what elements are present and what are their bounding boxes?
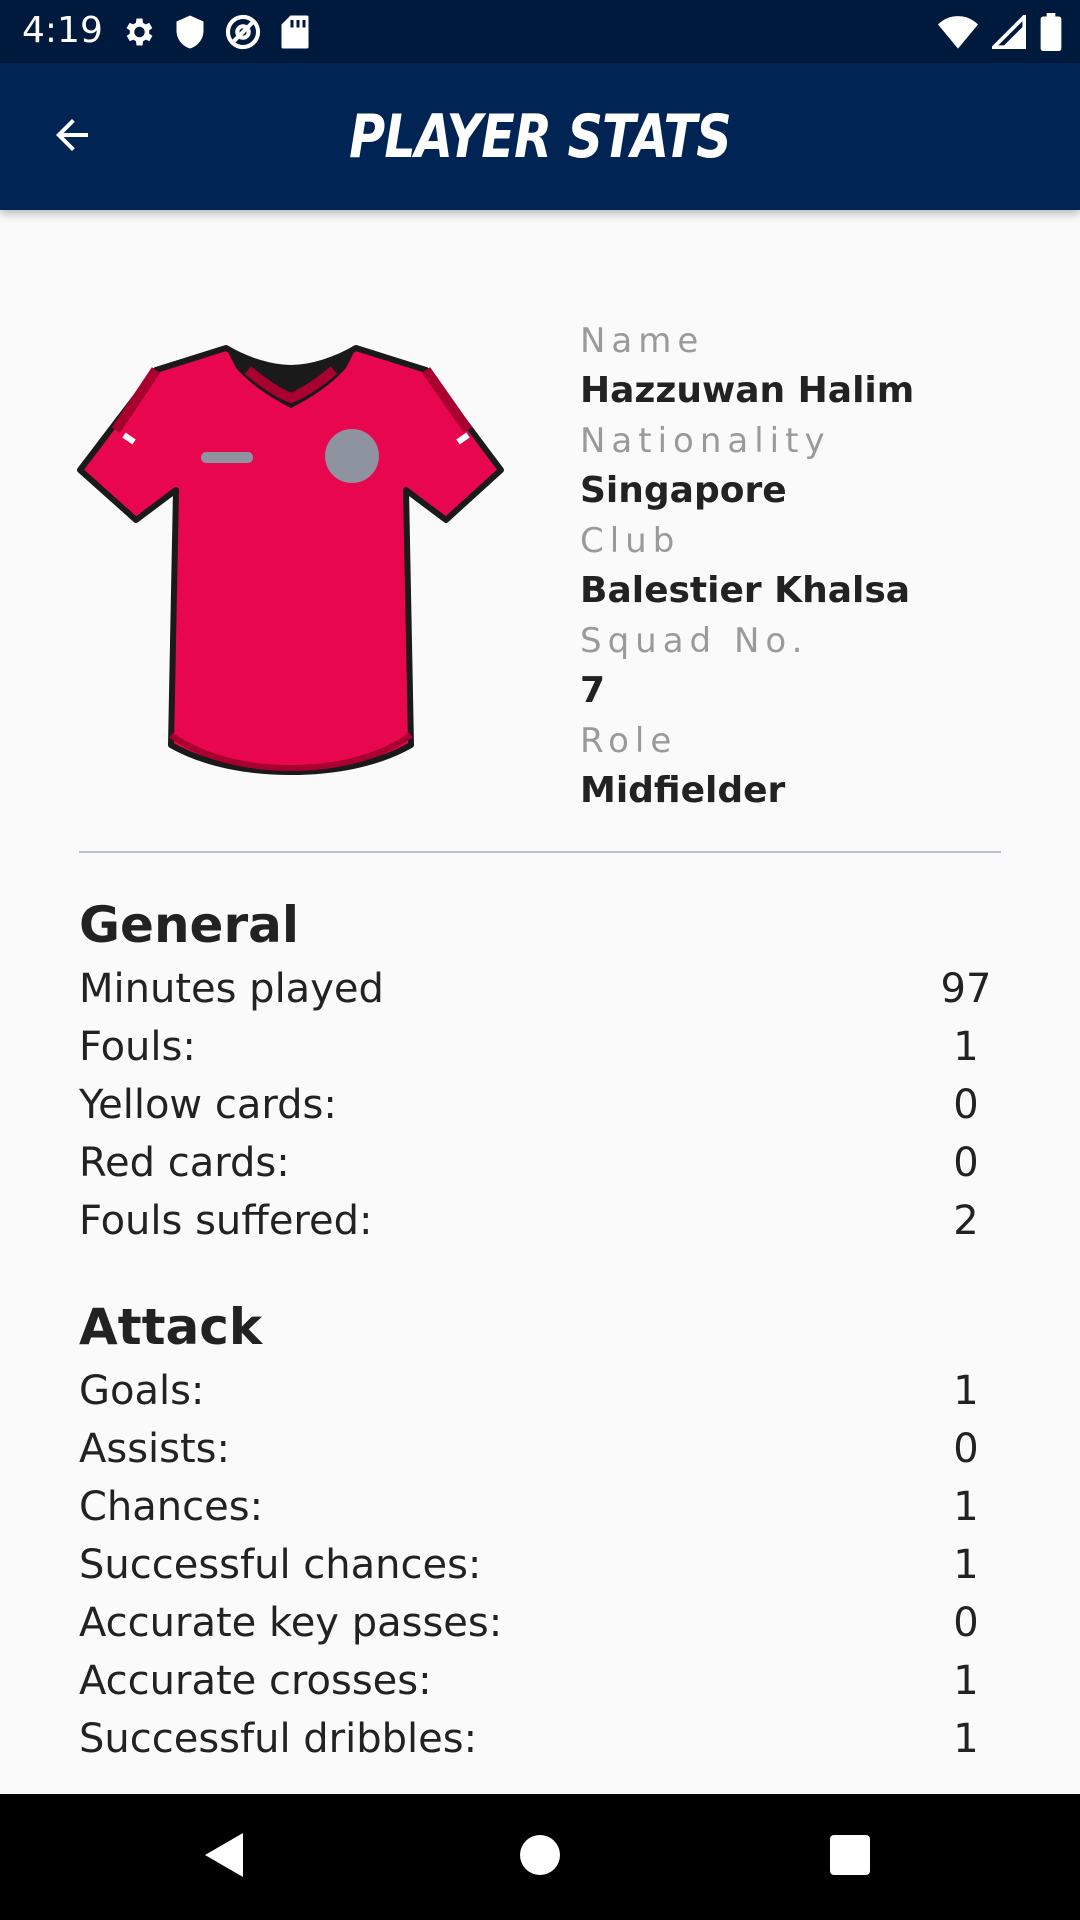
nationality-label: Nationality bbox=[580, 421, 831, 461]
stat-row: Fouls: 1 bbox=[79, 1018, 1001, 1076]
status-icons-left bbox=[120, 12, 310, 52]
page-title: PLAYER STATS bbox=[349, 102, 732, 172]
gear-icon bbox=[120, 14, 156, 50]
app-bar: PLAYER STATS bbox=[0, 63, 1080, 210]
stat-label: Accurate crosses: bbox=[79, 1658, 432, 1704]
stat-label: Red cards: bbox=[79, 1140, 290, 1186]
stat-row: Chances: 1 bbox=[79, 1478, 1001, 1536]
stat-value: 97 bbox=[940, 966, 992, 1012]
recents-square-icon bbox=[830, 1835, 870, 1879]
stat-label: Successful dribbles: bbox=[79, 1716, 478, 1762]
navigation-bar bbox=[0, 1794, 1080, 1920]
section-title-attack: Attack bbox=[79, 1298, 263, 1356]
stat-row: Successful chances: 1 bbox=[79, 1536, 1001, 1594]
stat-value: 0 bbox=[953, 1600, 979, 1646]
at-sign-icon bbox=[224, 13, 262, 51]
stat-row: Successful dribbles: 1 bbox=[79, 1710, 1001, 1768]
stat-value: 0 bbox=[953, 1082, 979, 1128]
back-triangle-icon bbox=[203, 1831, 247, 1883]
stat-row: Yellow cards: 0 bbox=[79, 1076, 1001, 1134]
stat-label: Successful chances: bbox=[79, 1542, 482, 1588]
stat-label: Accurate key passes: bbox=[79, 1600, 503, 1646]
jersey-image bbox=[76, 340, 506, 790]
stat-row: Goals: 1 bbox=[79, 1362, 1001, 1420]
stat-label: Yellow cards: bbox=[79, 1082, 337, 1128]
role-label: Role bbox=[580, 721, 678, 761]
stat-row: Red cards: 0 bbox=[79, 1134, 1001, 1192]
battery-icon bbox=[1040, 13, 1062, 51]
stat-value: 0 bbox=[953, 1140, 979, 1186]
status-icons-right bbox=[938, 12, 1062, 52]
club-value: Balestier Khalsa bbox=[580, 570, 911, 611]
stat-value: 1 bbox=[953, 1024, 979, 1070]
divider bbox=[79, 851, 1001, 853]
squad-number-value: 7 bbox=[580, 670, 606, 711]
stat-value: 1 bbox=[953, 1716, 979, 1762]
stat-value: 1 bbox=[953, 1368, 979, 1414]
signal-icon bbox=[992, 15, 1026, 49]
stat-value: 1 bbox=[953, 1484, 979, 1530]
nationality-value: Singapore bbox=[580, 470, 787, 511]
wifi-icon bbox=[938, 15, 978, 49]
club-label: Club bbox=[580, 521, 681, 561]
stat-label: Fouls: bbox=[79, 1024, 196, 1070]
stat-row: Fouls suffered: 2 bbox=[79, 1192, 1001, 1250]
stat-row: Minutes played 97 bbox=[79, 960, 1001, 1018]
player-info: Name Hazzuwan Halim Nationality Singapor… bbox=[580, 316, 1050, 816]
sd-card-icon bbox=[280, 14, 310, 50]
home-circle-icon bbox=[520, 1835, 560, 1879]
name-label: Name bbox=[580, 321, 705, 361]
section-title-general: General bbox=[79, 896, 299, 954]
stat-label: Minutes played bbox=[79, 966, 384, 1012]
stat-value: 2 bbox=[953, 1198, 979, 1244]
status-bar: 4:19 bbox=[0, 0, 1080, 63]
stat-value: 1 bbox=[953, 1542, 979, 1588]
stat-row: Assists: 0 bbox=[79, 1420, 1001, 1478]
name-value: Hazzuwan Halim bbox=[580, 370, 915, 411]
arrow-left-icon bbox=[48, 111, 96, 163]
stat-label: Assists: bbox=[79, 1426, 230, 1472]
squad-number-label: Squad No. bbox=[580, 621, 809, 661]
stat-label: Chances: bbox=[79, 1484, 264, 1530]
stat-value: 1 bbox=[953, 1658, 979, 1704]
stat-label: Fouls suffered: bbox=[79, 1198, 373, 1244]
shield-icon bbox=[174, 14, 206, 50]
status-time: 4:19 bbox=[22, 10, 103, 51]
nav-back-button[interactable] bbox=[192, 1824, 258, 1890]
nav-recents-button[interactable] bbox=[817, 1824, 883, 1890]
stat-value: 0 bbox=[953, 1426, 979, 1472]
stats-list: General Minutes played 97 Fouls: 1 Yello… bbox=[79, 890, 1001, 1768]
nav-home-button[interactable] bbox=[507, 1824, 573, 1890]
stat-label: Goals: bbox=[79, 1368, 205, 1414]
stat-row: Accurate crosses: 1 bbox=[79, 1652, 1001, 1710]
role-value: Midfielder bbox=[580, 770, 786, 811]
stat-row: Accurate key passes: 0 bbox=[79, 1594, 1001, 1652]
